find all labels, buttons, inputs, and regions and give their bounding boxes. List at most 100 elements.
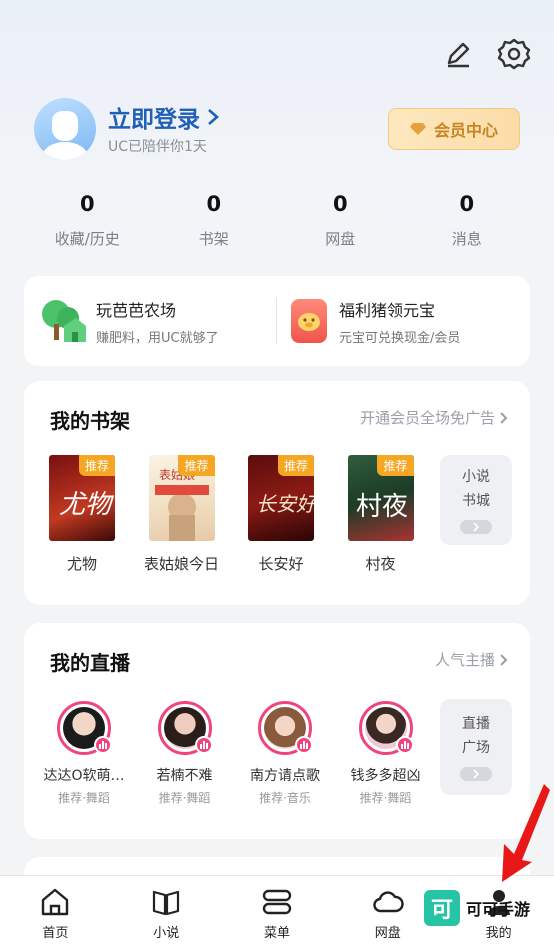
red-arrow-annotation-icon — [502, 784, 550, 882]
stat-favorites[interactable]: 0 收藏/历史 — [32, 192, 142, 249]
profile-header: 立即登录 UC已陪伴你1天 会员中心 — [34, 98, 520, 162]
stat-value: 0 — [206, 192, 222, 216]
tab-label: 菜单 — [263, 926, 290, 941]
streamer-item[interactable]: 钱多多超凶 推荐·舞蹈 — [340, 701, 432, 806]
book-item[interactable]: 尤物 推荐 尤物 — [42, 455, 122, 574]
stat-messages[interactable]: 0 消息 — [412, 192, 522, 249]
live-bars-icon — [295, 736, 313, 754]
streamer-name: 达达O软萌… — [43, 768, 125, 784]
bookshelf-title: 我的书架 — [50, 409, 130, 433]
tab-home[interactable]: 首页 — [0, 876, 111, 949]
streamer-item[interactable]: 若楠不难 推荐·舞蹈 — [139, 701, 231, 806]
live-card: 我的直播 人气主播 达达O软萌… 推荐·舞蹈 若楠不难 推荐·舞蹈 南方请点歌 … — [24, 623, 530, 839]
stat-label: 消息 — [451, 230, 482, 248]
bookshelf-card: 我的书架 开通会员全场免广告 尤物 推荐 尤物 表姑娘 推荐 表姑娘今日 长安好… — [24, 381, 530, 605]
tab-label: 小说 — [153, 926, 180, 941]
book-name: 长安好 — [258, 555, 304, 573]
tab-novel[interactable]: 小说 — [111, 876, 222, 949]
cloud-icon — [373, 891, 404, 913]
watermark: 可 可可手游 — [424, 890, 530, 926]
book-cover: 长安好 推荐 — [248, 455, 314, 541]
stat-cloud-drive[interactable]: 0 网盘 — [285, 192, 395, 249]
vip-center-label: 会员中心 — [433, 121, 498, 140]
live-bars-icon — [194, 736, 213, 754]
book-item[interactable]: 表姑娘 推荐 表姑娘今日 — [142, 455, 222, 574]
streamer-name: 钱多多超凶 — [350, 768, 421, 784]
streamer-name: 南方请点歌 — [250, 768, 320, 784]
streamer-category: 推荐·舞蹈 — [359, 791, 412, 805]
pig-gift-icon — [291, 299, 327, 343]
tab-menu[interactable]: 菜单 — [222, 876, 333, 949]
stat-value: 0 — [79, 192, 95, 216]
book-item[interactable]: 村夜 推荐 村夜 — [341, 455, 421, 574]
book-cover: 表姑娘 推荐 — [148, 455, 215, 541]
promo-desc: 赚肥料，用UC就够了 — [96, 330, 219, 346]
streamer-avatar — [157, 701, 213, 755]
menu-icon — [262, 889, 292, 915]
book-cover: 尤物 推荐 — [49, 455, 115, 541]
streamer-avatar — [57, 701, 112, 755]
arrow-pill-icon — [460, 767, 492, 781]
tab-label: 网盘 — [374, 926, 401, 941]
chevron-right-icon — [208, 109, 219, 125]
streamer-avatar — [358, 701, 414, 755]
promo-title: 福利猪领元宝 — [339, 300, 436, 320]
book-cover-text: 村夜 — [356, 492, 408, 522]
live-bars-icon — [94, 736, 112, 754]
pig-promo[interactable]: 福利猪领元宝 元宝可兑换现金/会员 — [277, 297, 530, 346]
vip-center-button[interactable]: 会员中心 — [388, 108, 520, 150]
stat-value: 0 — [332, 192, 348, 216]
streamer-item[interactable]: 南方请点歌 推荐·音乐 — [239, 701, 331, 806]
store-label-line2: 书城 — [462, 493, 490, 509]
stat-label: 书架 — [198, 230, 229, 248]
book-cover-text: 尤物 — [59, 490, 115, 520]
arrow-pill-icon — [460, 520, 492, 534]
recommend-tag: 推荐 — [277, 455, 314, 476]
recommend-tag: 推荐 — [78, 455, 115, 476]
edit-icon[interactable] — [440, 36, 476, 72]
promo-card: 玩芭芭农场 赚肥料，用UC就够了 福利猪领元宝 元宝可兑换现金/会员 — [24, 276, 530, 366]
watermark-text: 可可手游 — [466, 900, 531, 919]
promo-title: 玩芭芭农场 — [96, 300, 177, 320]
book-cover-text: 长安好 — [256, 492, 314, 516]
login-subtitle: UC已陪伴你1天 — [108, 139, 207, 155]
book-name: 尤物 — [66, 555, 97, 573]
login-link[interactable]: 立即登录 — [108, 100, 220, 134]
novel-store-button[interactable]: 小说 书城 — [440, 455, 512, 545]
diamond-icon — [409, 123, 426, 135]
tab-label: 首页 — [42, 926, 69, 941]
watermark-logo: 可 — [424, 890, 460, 926]
book-name: 村夜 — [365, 555, 396, 573]
plaza-label-line2: 广场 — [462, 740, 490, 756]
streamer-list: 达达O软萌… 推荐·舞蹈 若楠不难 推荐·舞蹈 南方请点歌 推荐·音乐 钱多多超… — [38, 699, 512, 806]
promo-desc: 元宝可兑换现金/会员 — [339, 330, 461, 346]
settings-gear-icon[interactable] — [496, 36, 532, 72]
plaza-label-line1: 直播 — [462, 716, 490, 732]
farm-tree-icon — [38, 298, 86, 344]
bookshelf-link-text: 开通会员全场免广告 — [359, 409, 495, 427]
stat-label: 网盘 — [325, 230, 356, 248]
book-item[interactable]: 长安好 推荐 长安好 — [241, 455, 321, 574]
streamer-name: 若楠不难 — [156, 768, 213, 784]
recommend-tag: 推荐 — [377, 455, 414, 476]
popular-hosts-link[interactable]: 人气主播 — [435, 649, 508, 670]
stats-row: 0 收藏/历史 0 书架 0 网盘 0 消息 — [24, 192, 530, 249]
farm-promo[interactable]: 玩芭芭农场 赚肥料，用UC就够了 — [24, 297, 277, 346]
stat-label: 收藏/历史 — [54, 230, 120, 248]
streamer-category: 推荐·舞蹈 — [158, 791, 211, 805]
live-link-text: 人气主播 — [434, 651, 495, 669]
streamer-avatar — [258, 701, 313, 755]
streamer-item[interactable]: 达达O软萌… 推荐·舞蹈 — [38, 701, 130, 806]
avatar[interactable] — [34, 98, 96, 160]
login-title-text: 立即登录 — [108, 107, 200, 133]
streamer-category: 推荐·舞蹈 — [58, 791, 110, 805]
recommend-tag: 推荐 — [178, 455, 215, 476]
streamer-category: 推荐·音乐 — [259, 791, 311, 805]
chevron-right-icon — [500, 411, 508, 424]
bookshelf-vip-link[interactable]: 开通会员全场免广告 — [360, 407, 508, 428]
book-name: 表姑娘今日 — [143, 555, 219, 573]
stat-bookshelf[interactable]: 0 书架 — [159, 192, 269, 249]
live-title: 我的直播 — [50, 651, 130, 675]
book-cover: 村夜 推荐 — [347, 455, 414, 541]
book-icon — [153, 890, 180, 916]
